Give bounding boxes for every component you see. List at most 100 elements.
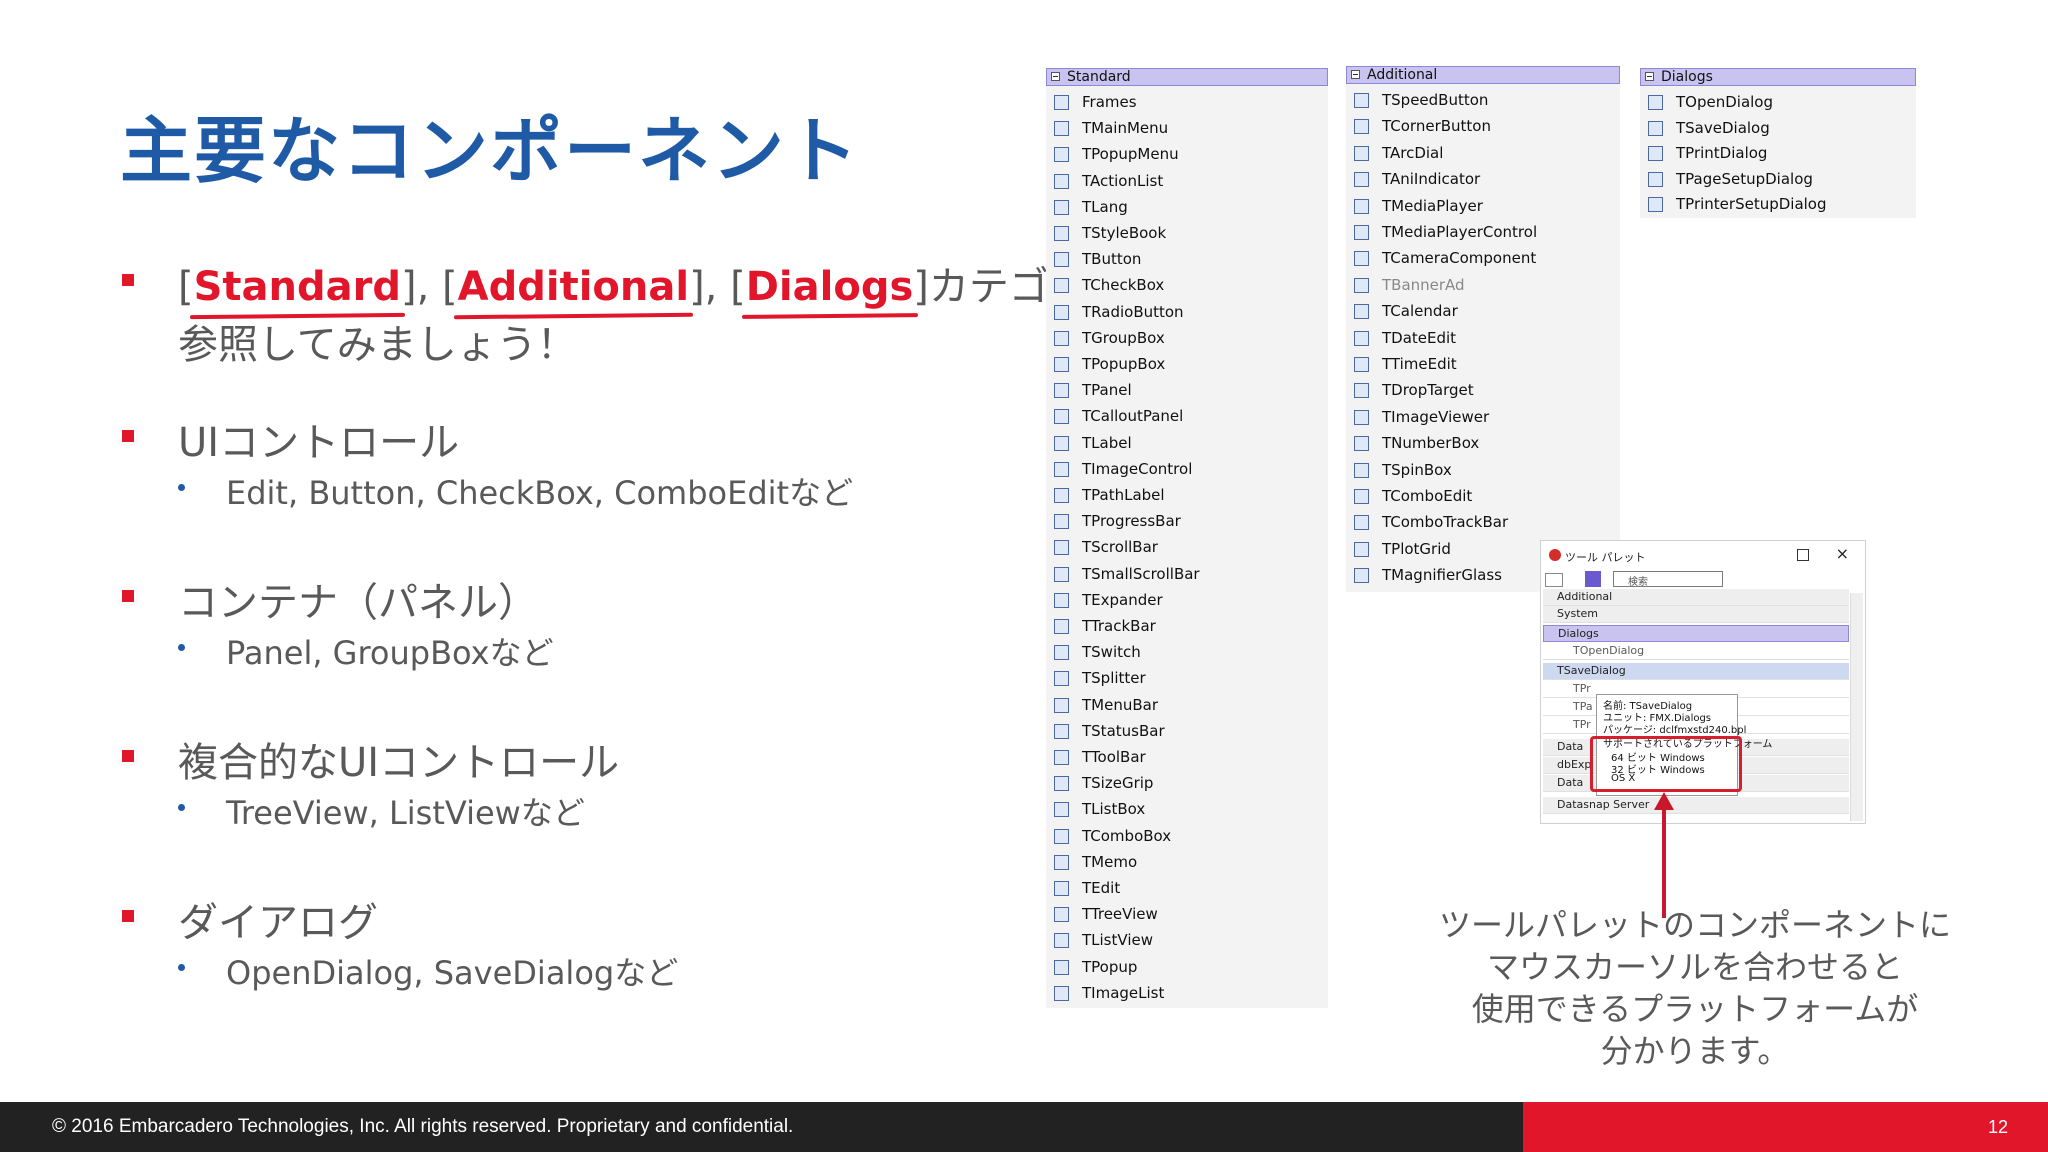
palette-header-dialogs[interactable]: Dialogs (1640, 68, 1916, 86)
component-icon (1648, 120, 1663, 136)
bullet-marker (122, 750, 134, 762)
maximize-icon[interactable] (1797, 549, 1809, 561)
scrollbar[interactable] (1850, 593, 1863, 821)
footer: © 2016 Embarcadero Technologies, Inc. Al… (0, 1102, 2048, 1152)
palette-item-label: TImageControl (1082, 459, 1193, 478)
palette-item-label: TPopup (1082, 957, 1138, 976)
component-icon (1354, 357, 1369, 372)
palette-item-label: TComboTrackBar (1382, 513, 1509, 532)
palette-item-label: TNumberBox (1382, 434, 1480, 453)
palette-item-label: TSmallScrollBar (1082, 564, 1200, 583)
palette-item-label: TMemo (1082, 852, 1138, 871)
component-icon (1054, 199, 1069, 215)
component-icon (1054, 357, 1069, 372)
component-icon (1354, 515, 1369, 531)
component-icon (1054, 697, 1069, 713)
component-icon (1054, 121, 1069, 137)
palette-item-label: TCalloutPanel (1082, 407, 1184, 426)
palette-item-label: TEdit (1082, 879, 1121, 897)
palette-standard: Standard Frames TMainMenu TPopupMenu TActio… (1046, 68, 1328, 1008)
component-icon (1054, 776, 1069, 792)
palette-item-label: TPrinterSetupDialog (1676, 195, 1827, 213)
bullet-marker (122, 910, 134, 922)
component-icon (1354, 145, 1369, 161)
palette-item-label: TButton (1082, 250, 1142, 269)
palette-header-standard[interactable]: Standard (1046, 68, 1328, 86)
tool-palette-row[interactable]: System (1543, 606, 1849, 623)
palette-item-label: TActionList (1082, 171, 1164, 190)
component-icon (1054, 959, 1069, 975)
palette-item-label: TSpeedButton (1382, 91, 1489, 109)
palette-item-label: TDateEdit (1382, 328, 1457, 347)
component-icon (1054, 461, 1069, 477)
palette-item-label: TPathLabel (1082, 486, 1165, 504)
sub-bullet-marker (178, 964, 185, 971)
palette-item-label: TSplitter (1082, 669, 1146, 688)
component-icon (1054, 330, 1069, 346)
search-placeholder: 検索 (1628, 577, 1648, 588)
palette-item-label: TMediaPlayerControl (1382, 223, 1538, 241)
sub-bullet-marker (178, 484, 185, 491)
palette-item-label: TImageList (1082, 983, 1165, 1002)
component-icon (1648, 197, 1663, 212)
palette-item-label: TProgressBar (1082, 512, 1181, 531)
palette-item-label: TExpander (1082, 590, 1163, 609)
tool-palette-row[interactable]: Datasnap Server (1543, 797, 1849, 814)
component-icon (1648, 95, 1663, 110)
slide-title: 主要なコンポーネント (120, 109, 861, 193)
component-icon (1054, 514, 1069, 530)
component-icon (1354, 383, 1369, 399)
bullet-marker (122, 590, 134, 602)
component-icon (1354, 541, 1369, 557)
highlight-standard: Standard (193, 264, 401, 310)
palette-item-label: TLabel (1082, 433, 1132, 452)
component-icon (1054, 566, 1069, 582)
bullet-marker (122, 430, 134, 442)
palette-item-label: TToolBar (1082, 748, 1146, 766)
palette-item-label: TAniIndicator (1382, 170, 1481, 189)
component-icon (1054, 645, 1069, 661)
collapse-icon[interactable] (1645, 72, 1654, 81)
collapse-icon[interactable] (1051, 72, 1060, 81)
palette-item-label: TTrackBar (1082, 617, 1156, 635)
close-icon[interactable]: × (1836, 544, 1849, 563)
categories-icon[interactable] (1545, 573, 1563, 587)
component-icon (1054, 985, 1069, 1001)
palette-item-label: TOpenDialog (1676, 93, 1774, 111)
tool-palette-row[interactable]: TOpenDialog (1543, 643, 1849, 660)
palette-item-label: TImageViewer (1382, 407, 1490, 426)
search-input[interactable]: 検索 (1613, 571, 1723, 588)
component-icon (1054, 173, 1069, 189)
component-icon (1054, 802, 1069, 818)
palette-item-label: TComboEdit (1382, 487, 1473, 505)
palette-item-label: TStatusBar (1082, 721, 1165, 740)
palette-item-label: TCornerButton (1382, 117, 1491, 136)
component-icon (1054, 226, 1069, 241)
sub-bullet-marker (178, 804, 185, 811)
palette-item-label: TBannerAd (1382, 275, 1465, 294)
palette-item-label: TMagnifierGlass (1382, 566, 1502, 585)
palette-item-label: TCalendar (1382, 302, 1458, 321)
component-icon (1354, 93, 1369, 108)
component-icon (1054, 671, 1069, 687)
palette-item-label: TCameraComponent (1382, 249, 1537, 268)
palette-item-label: TSaveDialog (1676, 118, 1770, 137)
component-icon (1054, 278, 1069, 294)
component-icon (1648, 171, 1663, 187)
component-icon (1354, 172, 1369, 188)
tool-palette-row[interactable]: Dialogs (1543, 625, 1849, 642)
component-icon (1054, 933, 1069, 949)
palette-header-additional[interactable]: Additional (1346, 66, 1620, 84)
arrow-line (1662, 800, 1666, 918)
palette-additional: Additional TSpeedButton TCornerButton TArc… (1346, 66, 1620, 592)
palette-item-label: TRadioButton (1082, 302, 1184, 321)
palette-item-label: TGroupBox (1082, 328, 1165, 347)
component-icon (1354, 462, 1369, 478)
palette-item-label: TArcDial (1382, 143, 1444, 162)
palette-item-label: TSwitch (1082, 643, 1141, 662)
tool-palette-row[interactable]: TSaveDialog (1543, 663, 1849, 680)
component-icon (1054, 854, 1069, 870)
collapse-icon[interactable] (1351, 70, 1360, 79)
tool-palette-row[interactable]: Additional (1543, 589, 1849, 606)
palette-icon[interactable] (1585, 571, 1601, 587)
